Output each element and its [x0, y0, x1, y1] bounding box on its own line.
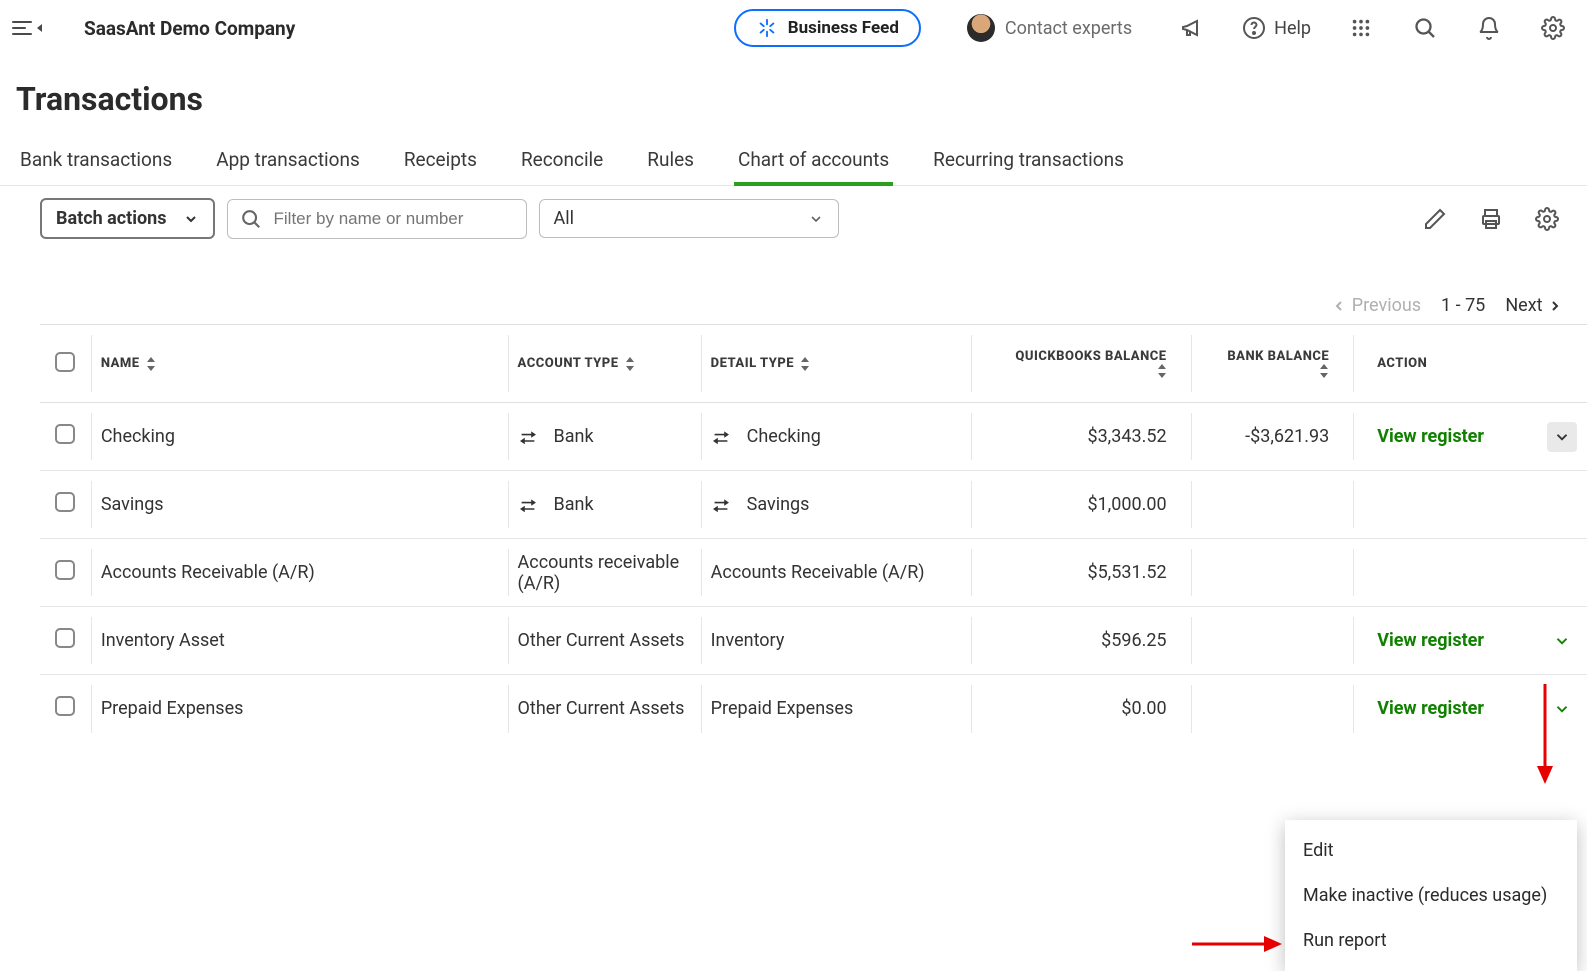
- row-action-menu-toggle[interactable]: [1547, 626, 1577, 656]
- tab-reconcile[interactable]: Reconcile: [517, 136, 607, 185]
- cell-detail-type: Checking: [701, 403, 971, 471]
- type-filter-select[interactable]: All: [539, 199, 839, 238]
- cell-bank-balance: [1191, 539, 1354, 607]
- row-checkbox[interactable]: [55, 696, 75, 716]
- transfer-icon: [711, 497, 731, 513]
- annotation-arrow-down: [1535, 684, 1555, 784]
- tab-chart-of-accounts[interactable]: Chart of accounts: [734, 136, 893, 185]
- cell-qb-balance: $596.25: [971, 607, 1191, 675]
- search-icon[interactable]: [1411, 14, 1439, 42]
- table-row: SavingsBankSavings$1,000.00: [40, 471, 1587, 539]
- column-account-type[interactable]: ACCOUNT TYPE: [518, 356, 635, 371]
- cell-account-type: Other Current Assets: [508, 607, 701, 675]
- column-detail-type[interactable]: DETAIL TYPE: [711, 356, 810, 371]
- tab-receipts[interactable]: Receipts: [400, 136, 481, 185]
- column-action: ACTION: [1377, 356, 1427, 371]
- notifications-icon[interactable]: [1475, 14, 1503, 42]
- page-title: Transactions: [0, 56, 1587, 136]
- avatar: [967, 14, 995, 42]
- view-register-link[interactable]: View register: [1377, 630, 1484, 651]
- cell-qb-balance: $3,343.52: [971, 403, 1191, 471]
- contact-experts-label: Contact experts: [1005, 18, 1132, 39]
- table-row: Accounts Receivable (A/R)Accounts receiv…: [40, 539, 1587, 607]
- batch-actions-button[interactable]: Batch actions: [40, 198, 215, 239]
- row-checkbox[interactable]: [55, 492, 75, 512]
- edit-pencil-icon[interactable]: [1421, 205, 1449, 233]
- tabs-bar: Bank transactions App transactions Receipt…: [0, 136, 1587, 186]
- annotation-arrow-right: [1192, 934, 1282, 954]
- batch-actions-label: Batch actions: [56, 208, 167, 229]
- column-name[interactable]: NAME: [101, 356, 156, 371]
- business-feed-label: Business Feed: [788, 18, 899, 38]
- company-name: SaasAnt Demo Company: [84, 17, 295, 40]
- help-icon: [1242, 16, 1266, 40]
- cell-account-type: Accounts receivable (A/R): [508, 539, 701, 607]
- print-icon[interactable]: [1477, 205, 1505, 233]
- table-row: CheckingBankChecking$3,343.52-$3,621.93V…: [40, 403, 1587, 471]
- filter-input[interactable]: [272, 208, 514, 230]
- settings-icon[interactable]: [1539, 14, 1567, 42]
- tab-app-transactions[interactable]: App transactions: [212, 136, 364, 185]
- cell-qb-balance: $5,531.52: [971, 539, 1191, 607]
- transfer-icon: [711, 429, 731, 445]
- cell-detail-type: Prepaid Expenses: [701, 675, 971, 743]
- cell-bank-balance: -$3,621.93: [1191, 403, 1354, 471]
- column-bank-balance[interactable]: BANK BALANCE: [1227, 349, 1329, 379]
- filter-input-wrapper[interactable]: [227, 199, 527, 239]
- view-register-link[interactable]: View register: [1377, 698, 1484, 719]
- cell-account-type: Other Current Assets: [508, 675, 701, 743]
- table-row: Prepaid ExpensesOther Current AssetsPrep…: [40, 675, 1587, 743]
- apps-grid-icon[interactable]: [1347, 14, 1375, 42]
- announcements-icon[interactable]: [1178, 14, 1206, 42]
- cell-detail-type: Savings: [701, 471, 971, 539]
- row-checkbox[interactable]: [55, 628, 75, 648]
- dropdown-run-report[interactable]: Run report: [1285, 918, 1577, 963]
- dropdown-make-inactive[interactable]: Make inactive (reduces usage): [1285, 873, 1577, 918]
- search-icon: [240, 208, 262, 230]
- cell-bank-balance: [1191, 471, 1354, 539]
- cell-qb-balance: $0.00: [971, 675, 1191, 743]
- tab-rules[interactable]: Rules: [643, 136, 698, 185]
- transfer-icon: [518, 429, 538, 445]
- pager-previous: Previous: [1331, 295, 1421, 316]
- cell-bank-balance: [1191, 607, 1354, 675]
- column-qb-balance[interactable]: QUICKBOOKS BALANCE: [1015, 349, 1166, 379]
- table-row: Inventory AssetOther Current AssetsInven…: [40, 607, 1587, 675]
- contact-experts-button[interactable]: Contact experts: [967, 14, 1132, 42]
- view-register-link[interactable]: View register: [1377, 426, 1484, 447]
- cell-name: Checking: [91, 403, 508, 471]
- cell-bank-balance: [1191, 675, 1354, 743]
- row-checkbox[interactable]: [55, 424, 75, 444]
- cell-name: Savings: [91, 471, 508, 539]
- cell-account-type: Bank: [508, 403, 701, 471]
- pager-range: 1 - 75: [1441, 295, 1485, 316]
- chevron-down-icon: [183, 211, 199, 227]
- cell-qb-balance: $1,000.00: [971, 471, 1191, 539]
- row-checkbox[interactable]: [55, 560, 75, 580]
- row-action-menu-toggle[interactable]: [1547, 422, 1577, 452]
- table-settings-icon[interactable]: [1533, 205, 1561, 233]
- business-feed-button[interactable]: Business Feed: [734, 9, 921, 47]
- help-button[interactable]: Help: [1242, 16, 1311, 40]
- cell-detail-type: Accounts Receivable (A/R): [701, 539, 971, 607]
- row-action-dropdown: Edit Make inactive (reduces usage) Run r…: [1285, 820, 1577, 971]
- help-label: Help: [1274, 18, 1311, 39]
- type-filter-value: All: [554, 208, 575, 229]
- accounts-table: NAME ACCOUNT TYPE DETAIL TYPE QUICKBOOKS…: [40, 324, 1587, 743]
- tab-recurring-transactions[interactable]: Recurring transactions: [929, 136, 1128, 185]
- transfer-icon: [518, 497, 538, 513]
- cell-detail-type: Inventory: [701, 607, 971, 675]
- tab-bank-transactions[interactable]: Bank transactions: [16, 136, 176, 185]
- cell-name: Accounts Receivable (A/R): [91, 539, 508, 607]
- dropdown-edit[interactable]: Edit: [1285, 828, 1577, 873]
- cell-name: Prepaid Expenses: [91, 675, 508, 743]
- hamburger-menu-icon[interactable]: [12, 15, 38, 41]
- select-all-checkbox[interactable]: [55, 352, 75, 372]
- chevron-down-icon: [808, 211, 824, 227]
- cell-account-type: Bank: [508, 471, 701, 539]
- spark-icon: [756, 17, 778, 39]
- pager-next[interactable]: Next: [1505, 295, 1563, 316]
- cell-name: Inventory Asset: [91, 607, 508, 675]
